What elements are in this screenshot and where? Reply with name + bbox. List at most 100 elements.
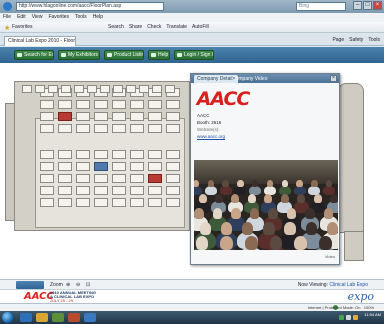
address-bar[interactable]: http://www.hlagonline.com/aacc/FloorPlan… [16,2,164,11]
booth[interactable] [148,186,162,195]
booth[interactable] [130,100,144,109]
company-video-frame[interactable] [194,160,338,250]
booth[interactable] [112,112,126,121]
booth[interactable] [48,85,58,93]
booth[interactable] [148,100,162,109]
menu-tools[interactable]: Tools [75,13,87,22]
banner-ad[interactable]: AACC 2010 ANNUAL MEETING & CLINICAL LAB E… [0,289,384,303]
taskbar-word-icon[interactable] [84,313,96,322]
booth[interactable] [130,198,144,207]
booth[interactable] [76,112,90,121]
menu-file[interactable]: File [3,13,11,22]
booth[interactable] [40,112,54,121]
booth[interactable] [58,198,72,207]
booth[interactable] [58,186,72,195]
taskbar-media-icon[interactable] [52,313,64,322]
booth[interactable] [94,162,108,171]
minimize-button[interactable]: – [353,1,362,10]
taskbar-app-icon[interactable] [68,313,80,322]
booth[interactable] [40,198,54,207]
search-box[interactable]: Bing [296,2,346,11]
taskbar-clock[interactable]: 11:54 AM [364,313,381,317]
booth[interactable] [94,150,108,159]
close-icon[interactable]: × [330,75,337,82]
booth[interactable] [130,162,144,171]
booth[interactable] [40,162,54,171]
booth[interactable] [112,124,126,133]
booth[interactable] [40,186,54,195]
tray-flag-icon[interactable] [353,315,358,320]
website-link[interactable]: www.aacc.org [197,133,225,140]
tool-search[interactable]: Search [108,24,124,31]
booth[interactable] [166,162,180,171]
booth[interactable] [148,162,162,171]
search-exhibitors-button[interactable]: Search for Exhib [14,50,54,60]
booth[interactable] [58,150,72,159]
booth[interactable] [58,100,72,109]
booth[interactable] [166,112,180,121]
booth[interactable] [35,85,45,93]
booth[interactable] [40,124,54,133]
favorites-star-icon[interactable]: ★ [4,24,10,32]
maximize-button[interactable]: □ [363,1,372,10]
booth[interactable] [166,124,180,133]
booth[interactable] [112,186,126,195]
booth[interactable] [40,100,54,109]
tray-volume-icon[interactable] [346,315,351,320]
booth[interactable] [165,85,175,93]
booth[interactable] [87,85,97,93]
close-button[interactable]: × [373,1,382,10]
tool-autofill[interactable]: AutoFill [192,24,209,31]
booth[interactable] [40,174,54,183]
booth[interactable] [112,198,126,207]
favorites-label[interactable]: Favorites [12,24,33,31]
taskbar-explorer-icon[interactable] [36,313,48,322]
booth[interactable] [112,100,126,109]
booth[interactable] [58,174,72,183]
booth[interactable] [113,85,123,93]
booth[interactable] [148,150,162,159]
booth[interactable] [94,112,108,121]
zoom-in-icon[interactable]: ⊕ [66,281,70,289]
command-page[interactable]: Page [332,36,344,45]
booth[interactable] [148,112,162,121]
booth[interactable] [76,186,90,195]
zoom-reset-icon[interactable]: ⊡ [86,281,90,289]
booth[interactable] [58,112,72,121]
tray-network-icon[interactable] [339,315,344,320]
booth[interactable] [148,198,162,207]
product-listing-button[interactable]: Product Listing [104,50,144,60]
booth[interactable] [130,186,144,195]
booth[interactable] [22,85,32,93]
booth[interactable] [166,186,180,195]
booth[interactable] [148,124,162,133]
menu-help[interactable]: Help [93,13,103,22]
command-tools[interactable]: Tools [368,36,380,45]
booth[interactable] [94,186,108,195]
booth[interactable] [130,112,144,121]
booth[interactable] [130,150,144,159]
booth[interactable] [76,124,90,133]
browser-tab[interactable]: Clinical Lab Expo 2010 - Floor Plan [4,36,76,46]
start-button-icon[interactable] [2,312,13,323]
booth[interactable] [74,85,84,93]
booth[interactable] [130,124,144,133]
booth[interactable] [139,85,149,93]
booth[interactable] [76,150,90,159]
booth[interactable] [100,85,110,93]
booth[interactable] [130,174,144,183]
menu-view[interactable]: View [32,13,43,22]
booth[interactable] [94,174,108,183]
booth[interactable] [58,162,72,171]
help-button[interactable]: Help [148,50,170,60]
booth[interactable] [94,100,108,109]
booth[interactable] [40,150,54,159]
booth[interactable] [112,174,126,183]
booth[interactable] [112,162,126,171]
booth[interactable] [76,198,90,207]
booth[interactable] [76,100,90,109]
now-viewing-link[interactable]: Clinical Lab Expo [329,282,368,288]
booth[interactable] [58,124,72,133]
booth[interactable] [148,174,162,183]
my-exhibitors-button[interactable]: My Exhibitors [58,50,100,60]
